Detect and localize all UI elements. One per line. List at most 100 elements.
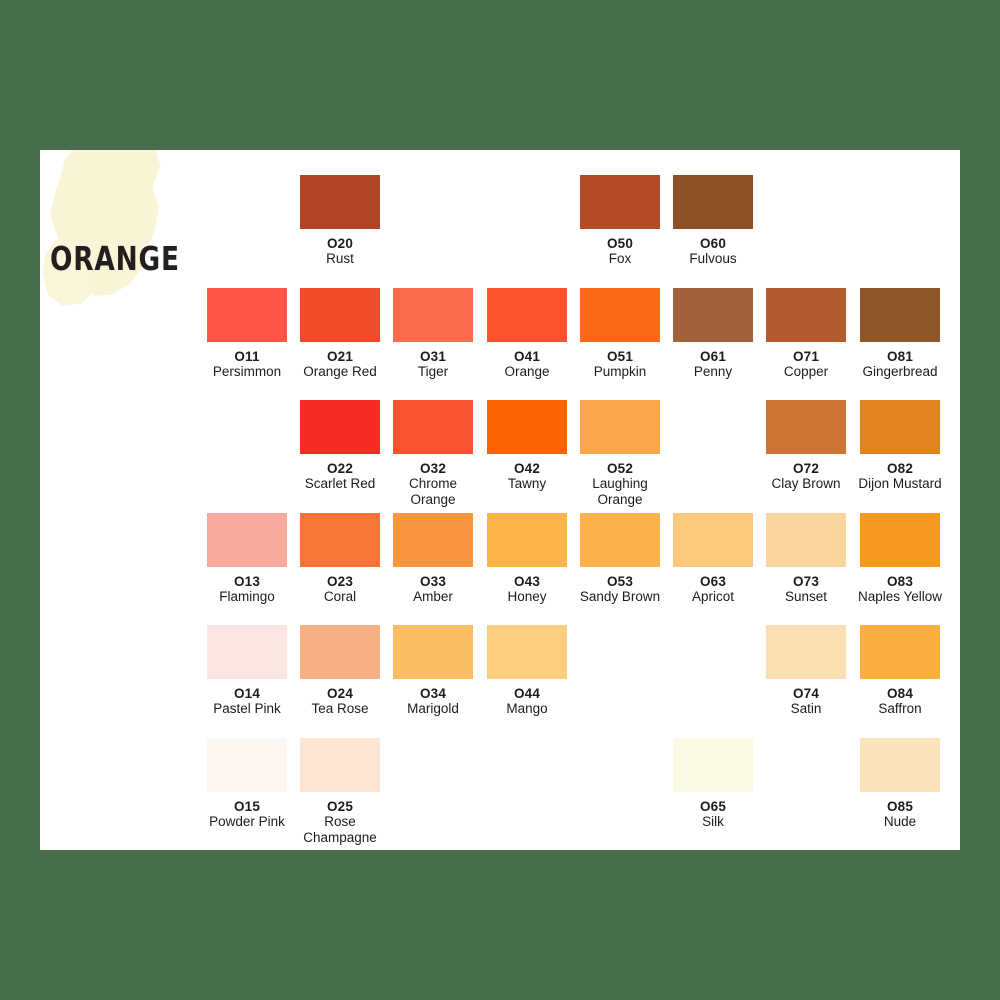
swatch-cell-o60[interactable]: O60 Fulvous	[666, 175, 760, 267]
swatch-code: O81	[886, 349, 914, 364]
swatch-cell-o13[interactable]: O13 Flamingo	[200, 513, 294, 605]
color-swatch[interactable]	[766, 400, 846, 454]
color-swatch[interactable]	[860, 625, 940, 679]
swatch-name: Marigold	[407, 701, 459, 716]
color-swatch[interactable]	[300, 513, 380, 567]
swatch-grid: O20 Rust O50 Fox O60 Fulvous O11 Persimmon O21 Or…	[40, 150, 960, 850]
color-swatch[interactable]	[393, 400, 473, 454]
swatch-cell-o31[interactable]: O31 Tiger	[386, 288, 480, 380]
swatch-cell-o51[interactable]: O51 Pumpkin	[573, 288, 667, 380]
swatch-cell-o41[interactable]: O41 Orange	[480, 288, 574, 380]
swatch-cell-o83[interactable]: O83 Naples Yellow	[853, 513, 947, 605]
swatch-code: O60	[699, 236, 727, 251]
swatch-cell-o52[interactable]: O52 Laughing Orange	[573, 400, 667, 507]
color-swatch[interactable]	[766, 513, 846, 567]
swatch-cell-o43[interactable]: O43 Honey	[480, 513, 574, 605]
swatch-cell-o50[interactable]: O50 Fox	[573, 175, 667, 267]
swatch-name: Sunset	[784, 589, 828, 604]
swatch-cell-o23[interactable]: O23 Coral	[293, 513, 387, 605]
color-swatch[interactable]	[580, 175, 660, 229]
swatch-cell-o82[interactable]: O82 Dijon Mustard	[853, 400, 947, 492]
swatch-cell-o73[interactable]: O73 Sunset	[759, 513, 853, 605]
color-swatch[interactable]	[393, 288, 473, 342]
swatch-name: Chrome Orange	[408, 476, 457, 507]
color-swatch[interactable]	[673, 175, 753, 229]
swatch-cell-o34[interactable]: O34 Marigold	[386, 625, 480, 717]
swatch-cell-o22[interactable]: O22 Scarlet Red	[293, 400, 387, 492]
swatch-code: O84	[886, 686, 914, 701]
color-swatch[interactable]	[207, 738, 287, 792]
swatch-cell-o44[interactable]: O44 Mango	[480, 625, 574, 717]
color-swatch[interactable]	[860, 738, 940, 792]
color-swatch[interactable]	[673, 738, 753, 792]
color-swatch[interactable]	[207, 288, 287, 342]
swatch-cell-o65[interactable]: O65 Silk	[666, 738, 760, 830]
swatch-cell-o72[interactable]: O72 Clay Brown	[759, 400, 853, 492]
swatch-code: O41	[513, 349, 541, 364]
color-swatch[interactable]	[487, 400, 567, 454]
swatch-cell-o24[interactable]: O24 Tea Rose	[293, 625, 387, 717]
color-swatch[interactable]	[300, 288, 380, 342]
color-swatch[interactable]	[300, 738, 380, 792]
swatch-name: Sandy Brown	[579, 589, 661, 604]
color-swatch[interactable]	[300, 175, 380, 229]
swatch-name: Nude	[883, 814, 917, 829]
color-swatch[interactable]	[860, 400, 940, 454]
color-swatch[interactable]	[300, 625, 380, 679]
swatch-cell-o42[interactable]: O42 Tawny	[480, 400, 574, 492]
color-swatch[interactable]	[207, 625, 287, 679]
color-swatch[interactable]	[393, 513, 473, 567]
swatch-cell-o15[interactable]: O15 Powder Pink	[200, 738, 294, 830]
swatch-name: Satin	[790, 701, 822, 716]
swatch-code: O22	[326, 461, 354, 476]
swatch-code: O85	[886, 799, 914, 814]
swatch-name: Penny	[693, 364, 733, 379]
swatch-name: Pastel Pink	[213, 701, 281, 716]
color-swatch[interactable]	[393, 625, 473, 679]
color-swatch[interactable]	[673, 288, 753, 342]
swatch-cell-o63[interactable]: O63 Apricot	[666, 513, 760, 605]
swatch-cell-o25[interactable]: O25 Rose Champagne	[293, 738, 387, 845]
color-swatch[interactable]	[766, 288, 846, 342]
color-swatch[interactable]	[300, 400, 380, 454]
swatch-cell-o32[interactable]: O32 Chrome Orange	[386, 400, 480, 507]
swatch-name: Naples Yellow	[857, 589, 943, 604]
swatch-name: Mango	[506, 701, 548, 716]
swatch-code: O14	[233, 686, 261, 701]
swatch-cell-o81[interactable]: O81 Gingerbread	[853, 288, 947, 380]
color-swatch[interactable]	[673, 513, 753, 567]
swatch-name: Fox	[608, 251, 632, 266]
swatch-cell-o21[interactable]: O21 Orange Red	[293, 288, 387, 380]
swatch-code: O24	[326, 686, 354, 701]
swatch-code: O83	[886, 574, 914, 589]
swatch-cell-o14[interactable]: O14 Pastel Pink	[200, 625, 294, 717]
swatch-cell-o61[interactable]: O61 Penny	[666, 288, 760, 380]
swatch-code: O31	[419, 349, 447, 364]
color-swatch[interactable]	[580, 400, 660, 454]
color-swatch[interactable]	[860, 288, 940, 342]
swatch-cell-o53[interactable]: O53 Sandy Brown	[573, 513, 667, 605]
swatch-code: O61	[699, 349, 727, 364]
color-swatch[interactable]	[860, 513, 940, 567]
color-swatch[interactable]	[207, 513, 287, 567]
swatch-name: Clay Brown	[771, 476, 841, 491]
color-swatch[interactable]	[487, 513, 567, 567]
swatch-cell-o11[interactable]: O11 Persimmon	[200, 288, 294, 380]
swatch-cell-o33[interactable]: O33 Amber	[386, 513, 480, 605]
color-swatch[interactable]	[580, 288, 660, 342]
swatch-code: O34	[419, 686, 447, 701]
swatch-code: O32	[419, 461, 447, 476]
swatch-cell-o84[interactable]: O84 Saffron	[853, 625, 947, 717]
swatch-cell-o20[interactable]: O20 Rust	[293, 175, 387, 267]
color-swatch[interactable]	[580, 513, 660, 567]
swatch-cell-o71[interactable]: O71 Copper	[759, 288, 853, 380]
color-swatch[interactable]	[487, 625, 567, 679]
color-swatch[interactable]	[487, 288, 567, 342]
swatch-name: Laughing Orange	[592, 476, 648, 507]
swatch-cell-o74[interactable]: O74 Satin	[759, 625, 853, 717]
swatch-code: O82	[886, 461, 914, 476]
swatch-name: Pumpkin	[593, 364, 647, 379]
swatch-name: Flamingo	[219, 589, 275, 604]
swatch-cell-o85[interactable]: O85 Nude	[853, 738, 947, 830]
color-swatch[interactable]	[766, 625, 846, 679]
